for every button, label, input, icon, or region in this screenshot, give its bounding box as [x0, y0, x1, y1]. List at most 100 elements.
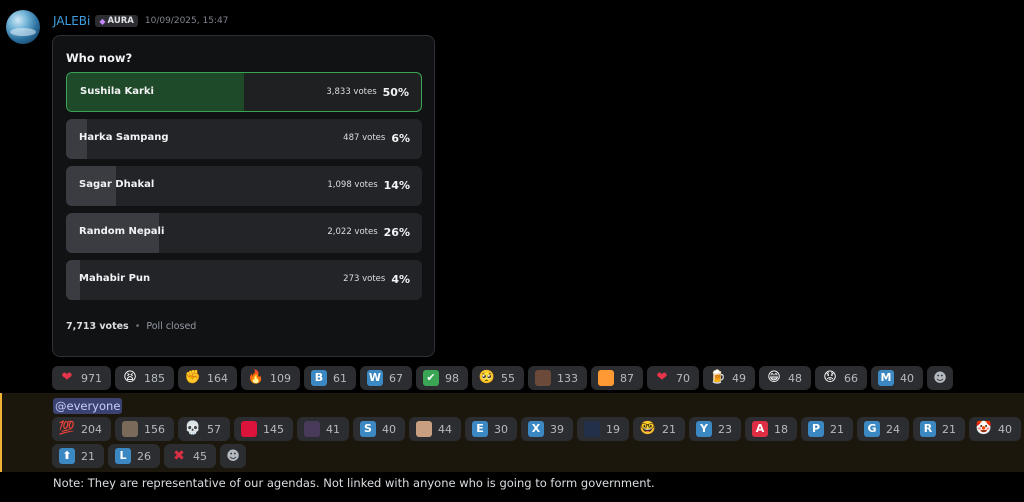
raised-fist-icon: ✊: [184, 370, 202, 385]
reaction-count: 185: [144, 371, 165, 385]
reaction-count: 21: [81, 449, 95, 463]
poll-status: Poll closed: [146, 321, 197, 332]
tired-face-icon: 😫: [123, 370, 137, 385]
flag-image-icon: [584, 421, 600, 437]
reaction-letter-b[interactable]: B 61: [304, 366, 356, 390]
reaction-count: 204: [81, 422, 102, 436]
poll-total-votes[interactable]: 7,713 votes: [66, 321, 129, 332]
reaction-letter-p[interactable]: P 21: [801, 417, 853, 441]
poll-answer-percent: 4%: [391, 272, 410, 286]
letter-b-icon: B: [311, 370, 327, 386]
poll-answer-votes: 273 votes 4%: [343, 260, 410, 298]
reaction-person-photo[interactable]: 44: [409, 417, 461, 441]
reaction-person-photo[interactable]: 41: [297, 417, 349, 441]
poll-answer[interactable]: Random Nepali 2,022 votes 26%: [66, 213, 422, 253]
beer-mug-icon: 🍺: [709, 370, 727, 385]
letter-m-icon: M: [878, 370, 894, 386]
add-reaction-icon: ☻: [933, 370, 947, 386]
fire-icon: 🔥: [247, 370, 265, 385]
reaction-beer-mug[interactable]: 🍺 49: [703, 366, 755, 390]
reaction-red-heart[interactable]: ❤ 971: [52, 366, 111, 390]
everyone-mention[interactable]: @everyone: [53, 398, 123, 414]
india-flag-icon: [598, 370, 614, 386]
add-reaction-button[interactable]: ☻: [927, 366, 953, 390]
check-mark-icon: ✔: [423, 370, 439, 386]
add-reaction-button[interactable]: ☻: [220, 444, 246, 468]
timestamp[interactable]: 10/09/2025, 15:47: [145, 16, 229, 26]
reaction-clown-face[interactable]: 🤡 40: [969, 417, 1021, 441]
poll-answer-count: 273 votes: [343, 274, 386, 284]
reaction-grinning-face[interactable]: 😁 48: [759, 366, 811, 390]
reaction-letter-x[interactable]: X 39: [521, 417, 573, 441]
poll-answer-label: Sushila Karki: [80, 86, 154, 97]
reaction-person-photo[interactable]: 156: [115, 417, 174, 441]
reaction-person-photo[interactable]: 133: [528, 366, 587, 390]
add-reaction-icon: ☻: [226, 448, 240, 464]
reaction-worried-face[interactable]: 😟 66: [815, 366, 867, 390]
reaction-letter-r[interactable]: R 21: [913, 417, 965, 441]
reaction-letter-w[interactable]: W 67: [360, 366, 412, 390]
poll-answer-percent: 50%: [382, 85, 409, 99]
reaction-count: 45: [193, 449, 207, 463]
poll-answer[interactable]: Sagar Dhakal 1,098 votes 14%: [66, 166, 422, 206]
red-heart-icon: ❤: [656, 370, 668, 385]
reaction-count: 19: [606, 422, 620, 436]
pleading-face-icon: 🥺: [478, 370, 496, 385]
reaction-count: 164: [207, 371, 228, 385]
reaction-nerd-face[interactable]: 🤓 21: [633, 417, 685, 441]
reaction-bar: ❤ 971 😫 185 ✊ 164 🔥 109 B 61 W 67 ✔ 98 🥺 55 133 87 ❤ 70 🍺 49 😁…: [52, 366, 953, 390]
reaction-flag-image[interactable]: 19: [577, 417, 629, 441]
username[interactable]: JALEBi: [53, 14, 90, 28]
reaction-hundred-points[interactable]: 💯 204: [52, 417, 111, 441]
reaction-fire[interactable]: 🔥 109: [241, 366, 300, 390]
skull-icon: 💀: [184, 421, 202, 436]
hundred-points-icon: 💯: [58, 421, 76, 436]
poll-answer[interactable]: Sushila Karki 3,833 votes 50%: [66, 72, 422, 112]
reaction-count: 61: [333, 371, 347, 385]
letter-l-icon: L: [115, 448, 131, 464]
reaction-count: 18: [774, 422, 788, 436]
reaction-letter-a[interactable]: A 18: [745, 417, 797, 441]
person-photo-icon: [122, 421, 138, 437]
reaction-india-flag[interactable]: 87: [591, 366, 643, 390]
person-photo-icon: [535, 370, 551, 386]
worried-face-icon: 😟: [823, 370, 837, 385]
poll-answer-label: Harka Sampang: [79, 132, 169, 143]
poll-answer-percent: 14%: [383, 178, 410, 192]
reaction-count: 66: [844, 371, 858, 385]
poll-answer-label: Sagar Dhakal: [79, 179, 155, 190]
separator-dot: •: [134, 321, 141, 332]
poll-question: Who now?: [66, 51, 133, 65]
reaction-pleading-face[interactable]: 🥺 55: [472, 366, 524, 390]
reaction-letter-l[interactable]: L 26: [108, 444, 160, 468]
reaction-count: 40: [998, 422, 1012, 436]
reaction-cross-mark[interactable]: ✖ 45: [164, 444, 216, 468]
reaction-count: 156: [144, 422, 165, 436]
reaction-up-arrow[interactable]: ⬆ 21: [52, 444, 104, 468]
guild-tag[interactable]: ◆ AURA: [95, 15, 138, 27]
avatar[interactable]: [6, 10, 40, 44]
poll-answer-count: 3,833 votes: [326, 87, 377, 97]
reaction-nepal-flag[interactable]: 145: [234, 417, 293, 441]
poll-answer[interactable]: Mahabir Pun 273 votes 4%: [66, 260, 422, 300]
poll-answer[interactable]: Harka Sampang 487 votes 6%: [66, 119, 422, 159]
reaction-count: 971: [81, 371, 102, 385]
reaction-raised-fist[interactable]: ✊ 164: [178, 366, 237, 390]
reaction-letter-m[interactable]: M 40: [871, 366, 923, 390]
reaction-letter-s[interactable]: S 40: [353, 417, 405, 441]
reaction-check-mark[interactable]: ✔ 98: [416, 366, 468, 390]
reaction-skull[interactable]: 💀 57: [178, 417, 230, 441]
poll-answer-count: 1,098 votes: [327, 180, 378, 190]
reaction-letter-g[interactable]: G 24: [857, 417, 909, 441]
reaction-count: 21: [662, 422, 676, 436]
reaction-count: 48: [788, 371, 802, 385]
cross-mark-icon: ✖: [173, 448, 185, 464]
reaction-count: 67: [389, 371, 403, 385]
reaction-letter-y[interactable]: Y 23: [689, 417, 741, 441]
reaction-red-heart[interactable]: ❤ 70: [647, 366, 699, 390]
reaction-count: 30: [494, 422, 508, 436]
reaction-tired-face[interactable]: 😫 185: [115, 366, 174, 390]
reaction-bar: 💯 204 156 💀 57 145 41 S 40 44 E 30 X 39 19 🤓 21 Y 23 A 18 P 21…: [52, 417, 1021, 441]
reaction-letter-e[interactable]: E 30: [465, 417, 517, 441]
poll-answer-count: 487 votes: [343, 133, 386, 143]
